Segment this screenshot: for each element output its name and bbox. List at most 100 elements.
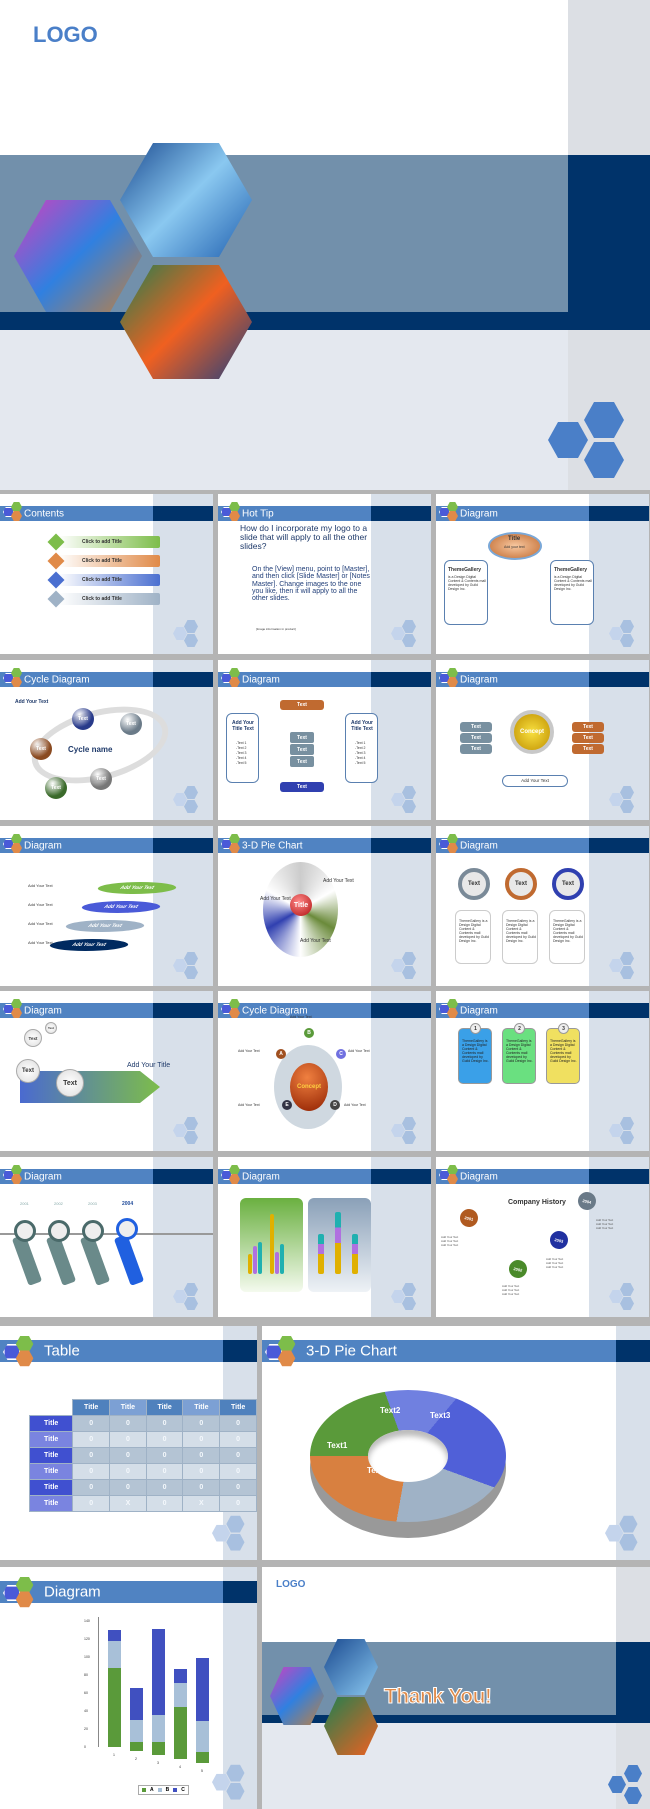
slide-content: Text Text Text Text Add Your Title [0, 991, 213, 1151]
stack-cylinder: Text [290, 756, 314, 767]
text-ring: Text [505, 868, 537, 900]
table-cell: 0 [182, 1447, 221, 1464]
chart-bar [248, 1254, 252, 1274]
stack-cylinder: Text [290, 744, 314, 755]
x-tick-label: 5 [201, 1769, 203, 1773]
letter-node: E [282, 1100, 292, 1110]
step-block: Add Your Text [94, 882, 180, 894]
letter-node: A [276, 1049, 286, 1059]
card-text: ThemeGallery is a Design Digital Content… [553, 919, 583, 943]
band-stripe [262, 1715, 616, 1723]
tip-question: How do I incorporate my logo to a slide … [240, 523, 368, 551]
letter-node: D [330, 1100, 340, 1110]
cycle-label: Add Your Text [348, 1049, 370, 1053]
stacked-bar-segment [152, 1715, 165, 1743]
slide-diagram2[interactable]: Diagram Text Text Text Text Text Add Your Titl… [218, 660, 431, 820]
table-row: Title 0 0 0 0 0 [28, 1431, 257, 1448]
table-cell: 0 [72, 1431, 111, 1448]
cycle-label: Add Your Text [344, 1103, 366, 1107]
slide-diagram1[interactable]: Diagram Title Add your text ThemeGallery is … [436, 494, 649, 654]
table-row: Title 0 X 0 X 0 [28, 1495, 257, 1512]
text-circle: Text [24, 1029, 42, 1047]
slide-table[interactable]: Table Title Title Title Title Title Title 0 0 0 0 0… [0, 1326, 257, 1560]
column-header: Title [72, 1399, 111, 1416]
concept-ball: Concept [290, 1063, 328, 1111]
text-card: ThemeGallery is a Design Digital Content… [502, 910, 538, 964]
cycle-node: Text [72, 708, 94, 730]
slide-content: Text1 Text2 Text3 Text4 Text5 [262, 1326, 650, 1560]
pie-slice-label: Text2 [380, 1406, 401, 1415]
y-tick-label: 80 [84, 1673, 88, 1677]
timeline-year: 2004 [122, 1201, 134, 1207]
history-entry: Add Your Text [502, 1292, 520, 1296]
history-entry: Add Your Text [441, 1243, 459, 1247]
hex [624, 1765, 642, 1782]
column-header: Title [219, 1399, 257, 1416]
legend-swatch [173, 1788, 178, 1792]
cycle-node: Text [30, 738, 52, 760]
x-tick-label: 1 [113, 1753, 115, 1757]
slide-diagram4[interactable]: Diagram Add Your Text Add Your Text Add You… [0, 826, 213, 986]
chart-legend: A B C [138, 1785, 189, 1795]
slide-diagram9[interactable]: Diagram [218, 1157, 431, 1317]
info-box: ThemeGallery is a Design Digital Content … [550, 560, 594, 625]
slide-diagram8[interactable]: Diagram 2001 2002 2003 2004 [0, 1157, 213, 1317]
magnifier-ring [82, 1220, 104, 1242]
slide-diagram5[interactable]: Diagram Text ThemeGallery is a Design Digi… [436, 826, 649, 986]
slide-diagram7[interactable]: Diagram 1 ThemeGallery is a Design Digital… [436, 991, 649, 1151]
card-number: 2 [514, 1023, 525, 1034]
step-block: Add Your Text [78, 901, 164, 913]
slide-diagram6[interactable]: Diagram Text Text Text Text Add Your Title [0, 991, 213, 1151]
x-tick-label: 2 [135, 1757, 137, 1761]
slide-thanks[interactable]: LOGO Thank You! [262, 1567, 650, 1809]
slide-contents[interactable]: Contents Click to add Title Click to add T… [0, 494, 213, 654]
slide-diagram3[interactable]: Diagram Concept Text Text Text Text Text Text Ad… [436, 660, 649, 820]
text-circle: Text [45, 1022, 57, 1034]
history-heading: Company History [508, 1199, 566, 1206]
table-row: Title 0 0 0 0 0 [28, 1479, 257, 1496]
slide-pie1[interactable]: 3-D Pie Chart Title Add Your Text Add Your … [218, 826, 431, 986]
table-cell: 0 [219, 1495, 257, 1512]
slide-content: Text ThemeGallery is a Design Digital Con… [436, 826, 649, 986]
slide-bars[interactable]: Diagram 0 20 40 60 80 100 120 140 1 2 3 4 5 A B C [0, 1567, 257, 1809]
hex [624, 1787, 642, 1804]
white-top [262, 1567, 650, 1642]
title-ball: Title [290, 894, 312, 916]
stacked-bar-segment [196, 1720, 209, 1753]
box-list-item: -Text 2 [236, 746, 247, 750]
box-list-item: -Text 3 [355, 751, 366, 755]
disc-sub: Add your text [504, 545, 525, 549]
magnifier-ring [48, 1220, 70, 1242]
box-title: ThemeGallery [448, 567, 482, 573]
add-text-label: Add Your Text [15, 699, 49, 705]
chart-bar [275, 1252, 279, 1274]
letter-node: B [304, 1028, 314, 1038]
tip-answer: On the [View] menu, point to [Master], a… [252, 566, 370, 603]
slide-cycle2[interactable]: Cycle Diagram Concept A B C D E Add Your Text Ad… [218, 991, 431, 1151]
slide-pie2[interactable]: 3-D Pie Chart Text1 Text2 Text3 Text4 Text5 [262, 1326, 650, 1560]
box-title: ThemeGallery [554, 567, 588, 573]
concept-circle: Concept [510, 710, 554, 754]
x-tick-label: 3 [157, 1761, 159, 1765]
bottom-cylinder: Text [280, 782, 324, 792]
data-table: Title Title Title Title Title Title 0 0 0 0 0 Title… [28, 1399, 257, 1512]
stacked-bar [352, 1234, 358, 1274]
step-block: Add Your Text [46, 939, 132, 951]
cycle-name: Cycle name [68, 745, 113, 754]
pie-label: Add Your Text [260, 896, 291, 902]
pie-label: Add Your Text [323, 878, 354, 884]
letter-node: C [336, 1049, 346, 1059]
slide-diagram10[interactable]: Diagram Company History 2001 Add Your Text A… [436, 1157, 649, 1317]
slide-content: Title Add your text ThemeGallery is a Desig… [436, 494, 649, 654]
table-cell: 0 [219, 1479, 257, 1496]
gray-cylinder: Text [460, 722, 492, 732]
y-tick-label: 0 [84, 1745, 86, 1749]
row-header: Title [28, 1431, 74, 1448]
stacked-bar-segment [108, 1640, 121, 1668]
text-card: ThemeGallery is a Design Digital Content… [549, 910, 585, 964]
slide-cycle1[interactable]: Cycle Diagram Add Your Text Cycle name Text… [0, 660, 213, 820]
slide-content: Concept Text Text Text Text Text Text Add Your … [436, 660, 649, 820]
add-text-box: Add Your Text [502, 775, 568, 787]
slide-hottip[interactable]: Hot Tip How do I incorporate my logo to a… [218, 494, 431, 654]
slide-content: 2001 2002 2003 2004 [0, 1157, 213, 1317]
